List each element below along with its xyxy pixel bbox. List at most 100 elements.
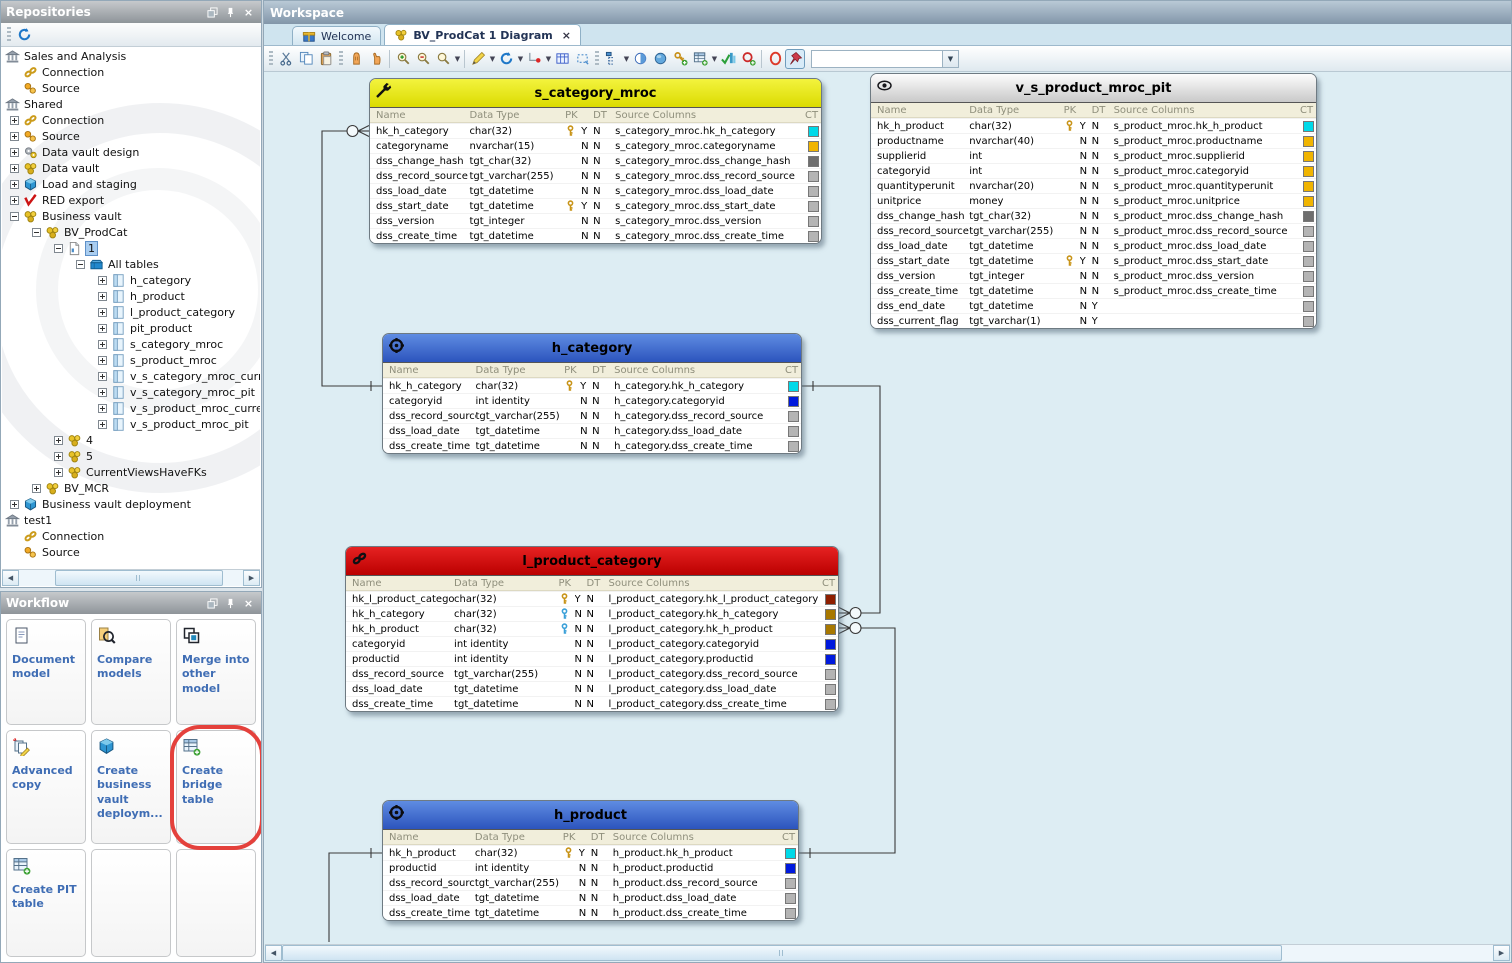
add-query-icon[interactable]	[738, 49, 758, 69]
select-region-icon[interactable]	[572, 49, 592, 69]
tree-item-currentviewshavefks[interactable]: CurrentViewsHaveFKs	[2, 464, 260, 480]
cut-icon[interactable]	[276, 49, 296, 69]
column-row-categoryid[interactable]: categoryidintNNs_product_mroc.categoryid	[871, 163, 1316, 178]
tree-item-5[interactable]: 5	[2, 448, 260, 464]
expand-icon[interactable]	[98, 420, 107, 429]
column-row-dss-end-date[interactable]: dss_end_datetgt_datetimeNY	[871, 298, 1316, 313]
expand-icon[interactable]	[98, 372, 107, 381]
tree-item-pit-product[interactable]: pit_product	[2, 320, 260, 336]
expand-icon[interactable]	[10, 116, 19, 125]
entity-title-bar[interactable]: h_category	[383, 334, 801, 363]
expand-icon[interactable]	[32, 484, 41, 493]
tree-item-source[interactable]: Source	[2, 544, 260, 560]
expand-icon[interactable]	[54, 468, 63, 477]
expand-icon[interactable]	[10, 132, 19, 141]
entity-title-bar[interactable]: v_s_product_mroc_pit	[871, 74, 1316, 103]
column-row-categoryname[interactable]: categorynamenvarchar(15)NNs_category_mro…	[370, 138, 821, 153]
entity-title-bar[interactable]: h_product	[383, 801, 798, 830]
expand-icon[interactable]	[10, 500, 19, 509]
column-row-productid[interactable]: productidint identityNNl_product_categor…	[346, 651, 838, 666]
workspace-hscrollbar[interactable]: ◀ ▶	[265, 944, 1510, 961]
tree-item-v-s-category-mroc-current[interactable]: v_s_category_mroc_current	[2, 368, 260, 384]
column-row-dss-load-date[interactable]: dss_load_datetgt_datetimeNNh_category.ds…	[383, 423, 801, 438]
tree-item-load-and-staging[interactable]: Load and staging	[2, 176, 260, 192]
column-row-dss-start-date[interactable]: dss_start_datetgt_datetimeYNs_product_mr…	[871, 253, 1316, 268]
workflow-tile-merge-into-other-model[interactable]: Merge into other model	[176, 619, 256, 725]
pointer-hand-icon[interactable]	[366, 49, 386, 69]
column-row-dss-record-source[interactable]: dss_record_sourcetgt_varchar(255)NNh_pro…	[383, 875, 798, 890]
expand-icon[interactable]	[98, 308, 107, 317]
entity-h-product[interactable]: h_productNameData TypePKDTSource Columns…	[382, 800, 799, 921]
column-row-unitprice[interactable]: unitpricemoneyNNs_product_mroc.unitprice	[871, 193, 1316, 208]
draw-pencil-icon[interactable]	[468, 49, 488, 69]
tree-item-bv-prodcat[interactable]: BV_ProdCat	[2, 224, 260, 240]
close-panel-icon[interactable]: ×	[241, 596, 256, 611]
entity-h-category[interactable]: h_categoryNameData TypePKDTSource Column…	[382, 333, 802, 454]
entity-title-bar[interactable]: s_category_mroc	[370, 79, 821, 108]
workflow-tile-create-bridge-table[interactable]: Create bridge table	[176, 730, 256, 844]
tree-item-h-product[interactable]: h_product	[2, 288, 260, 304]
tree-item-source[interactable]: Source	[2, 128, 260, 144]
expand-icon[interactable]	[98, 356, 107, 365]
column-row-dss-change-hash[interactable]: dss_change_hashtgt_char(32)NNs_product_m…	[871, 208, 1316, 223]
column-row-hk-h-product[interactable]: hk_h_productchar(32)NNl_product_category…	[346, 621, 838, 636]
column-row-productname[interactable]: productnamenvarchar(40)NNs_product_mroc.…	[871, 133, 1316, 148]
tree-item-l-product-category[interactable]: l_product_category	[2, 304, 260, 320]
tree-item-s-category-mroc[interactable]: s_category_mroc	[2, 336, 260, 352]
tree-item-v-s-product-mroc-pit[interactable]: v_s_product_mroc_pit	[2, 416, 260, 432]
column-row-hk-h-category[interactable]: hk_h_categorychar(32)YNs_category_mroc.h…	[370, 123, 821, 138]
column-row-dss-record-source[interactable]: dss_record_sourcetgt_varchar(255)NNs_pro…	[871, 223, 1316, 238]
toggle-contrast-icon[interactable]	[630, 49, 650, 69]
close-panel-icon[interactable]: ×	[241, 5, 256, 20]
chevron-down-icon[interactable]: ▼	[942, 51, 958, 67]
connector-style-icon[interactable]	[524, 49, 544, 69]
column-row-dss-record-source[interactable]: dss_record_sourcetgt_varchar(255)NNs_cat…	[370, 168, 821, 183]
expand-icon[interactable]	[54, 452, 63, 461]
float-panel-icon[interactable]	[205, 596, 220, 611]
column-row-productid[interactable]: productidint identityNNh_product.product…	[383, 860, 798, 875]
expand-icon[interactable]	[98, 388, 107, 397]
expand-icon[interactable]	[54, 436, 63, 445]
sphere-view-icon[interactable]	[650, 49, 670, 69]
tree-item-bv-mcr[interactable]: BV_MCR	[2, 480, 260, 496]
chevron-down-icon[interactable]: ▼	[454, 55, 461, 63]
column-row-dss-record-source[interactable]: dss_record_sourcetgt_varchar(255)NNh_cat…	[383, 408, 801, 423]
float-panel-icon[interactable]	[205, 5, 220, 20]
scrollbar-thumb[interactable]	[282, 945, 1282, 961]
column-row-dss-create-time[interactable]: dss_create_timetgt_datetimeNNs_category_…	[370, 228, 821, 243]
column-row-hk-l-product-category[interactable]: hk_l_product_categorychar(32)YNl_product…	[346, 591, 838, 606]
add-table-icon[interactable]	[690, 49, 710, 69]
tree-item-s-product-mroc[interactable]: s_product_mroc	[2, 352, 260, 368]
tree-item-connection[interactable]: Connection	[2, 528, 260, 544]
column-row-supplierid[interactable]: supplieridintNNs_product_mroc.supplierid	[871, 148, 1316, 163]
tree-item-4[interactable]: 4	[2, 432, 260, 448]
zoom-select-icon[interactable]	[433, 49, 453, 69]
add-key-icon[interactable]	[670, 49, 690, 69]
chevron-down-icon[interactable]: ▼	[545, 55, 552, 63]
column-row-hk-h-product[interactable]: hk_h_productchar(32)YNh_product.hk_h_pro…	[383, 845, 798, 860]
paste-icon[interactable]	[316, 49, 336, 69]
collapse-icon[interactable]	[10, 212, 19, 221]
tree-item-red-export[interactable]: RED export	[2, 192, 260, 208]
scroll-right-icon[interactable]: ▶	[1493, 945, 1510, 961]
collapse-icon[interactable]	[54, 244, 63, 253]
draw-ellipse-icon[interactable]	[765, 49, 785, 69]
refresh-layout-icon[interactable]	[496, 49, 516, 69]
pin-annotation-icon[interactable]	[785, 49, 805, 69]
close-tab-icon[interactable]: ×	[562, 29, 571, 42]
column-row-categoryid[interactable]: categoryidint identityNNh_category.categ…	[383, 393, 801, 408]
expand-icon[interactable]	[10, 148, 19, 157]
column-row-dss-create-time[interactable]: dss_create_timetgt_datetimeNNh_product.d…	[383, 905, 798, 920]
scrollbar-thumb[interactable]	[55, 570, 223, 586]
entity-v-s-product-mroc-pit[interactable]: v_s_product_mroc_pitNameData TypePKDTSou…	[870, 73, 1317, 329]
tree-item-shared[interactable]: Shared	[2, 96, 260, 112]
column-row-dss-current-flag[interactable]: dss_current_flagtgt_varchar(1)NY	[871, 313, 1316, 328]
tree-item-all-tables[interactable]: All tables	[2, 256, 260, 272]
tree-item-data-vault-design[interactable]: Data vault design	[2, 144, 260, 160]
column-row-quantityperunit[interactable]: quantityperunitnvarchar(20)NNs_product_m…	[871, 178, 1316, 193]
expand-icon[interactable]	[10, 164, 19, 173]
tab-welcome[interactable]: Welcome	[292, 26, 381, 45]
chevron-down-icon[interactable]: ▼	[623, 55, 630, 63]
tree-item-connection[interactable]: Connection	[2, 112, 260, 128]
column-row-hk-h-category[interactable]: hk_h_categorychar(32)NNl_product_categor…	[346, 606, 838, 621]
